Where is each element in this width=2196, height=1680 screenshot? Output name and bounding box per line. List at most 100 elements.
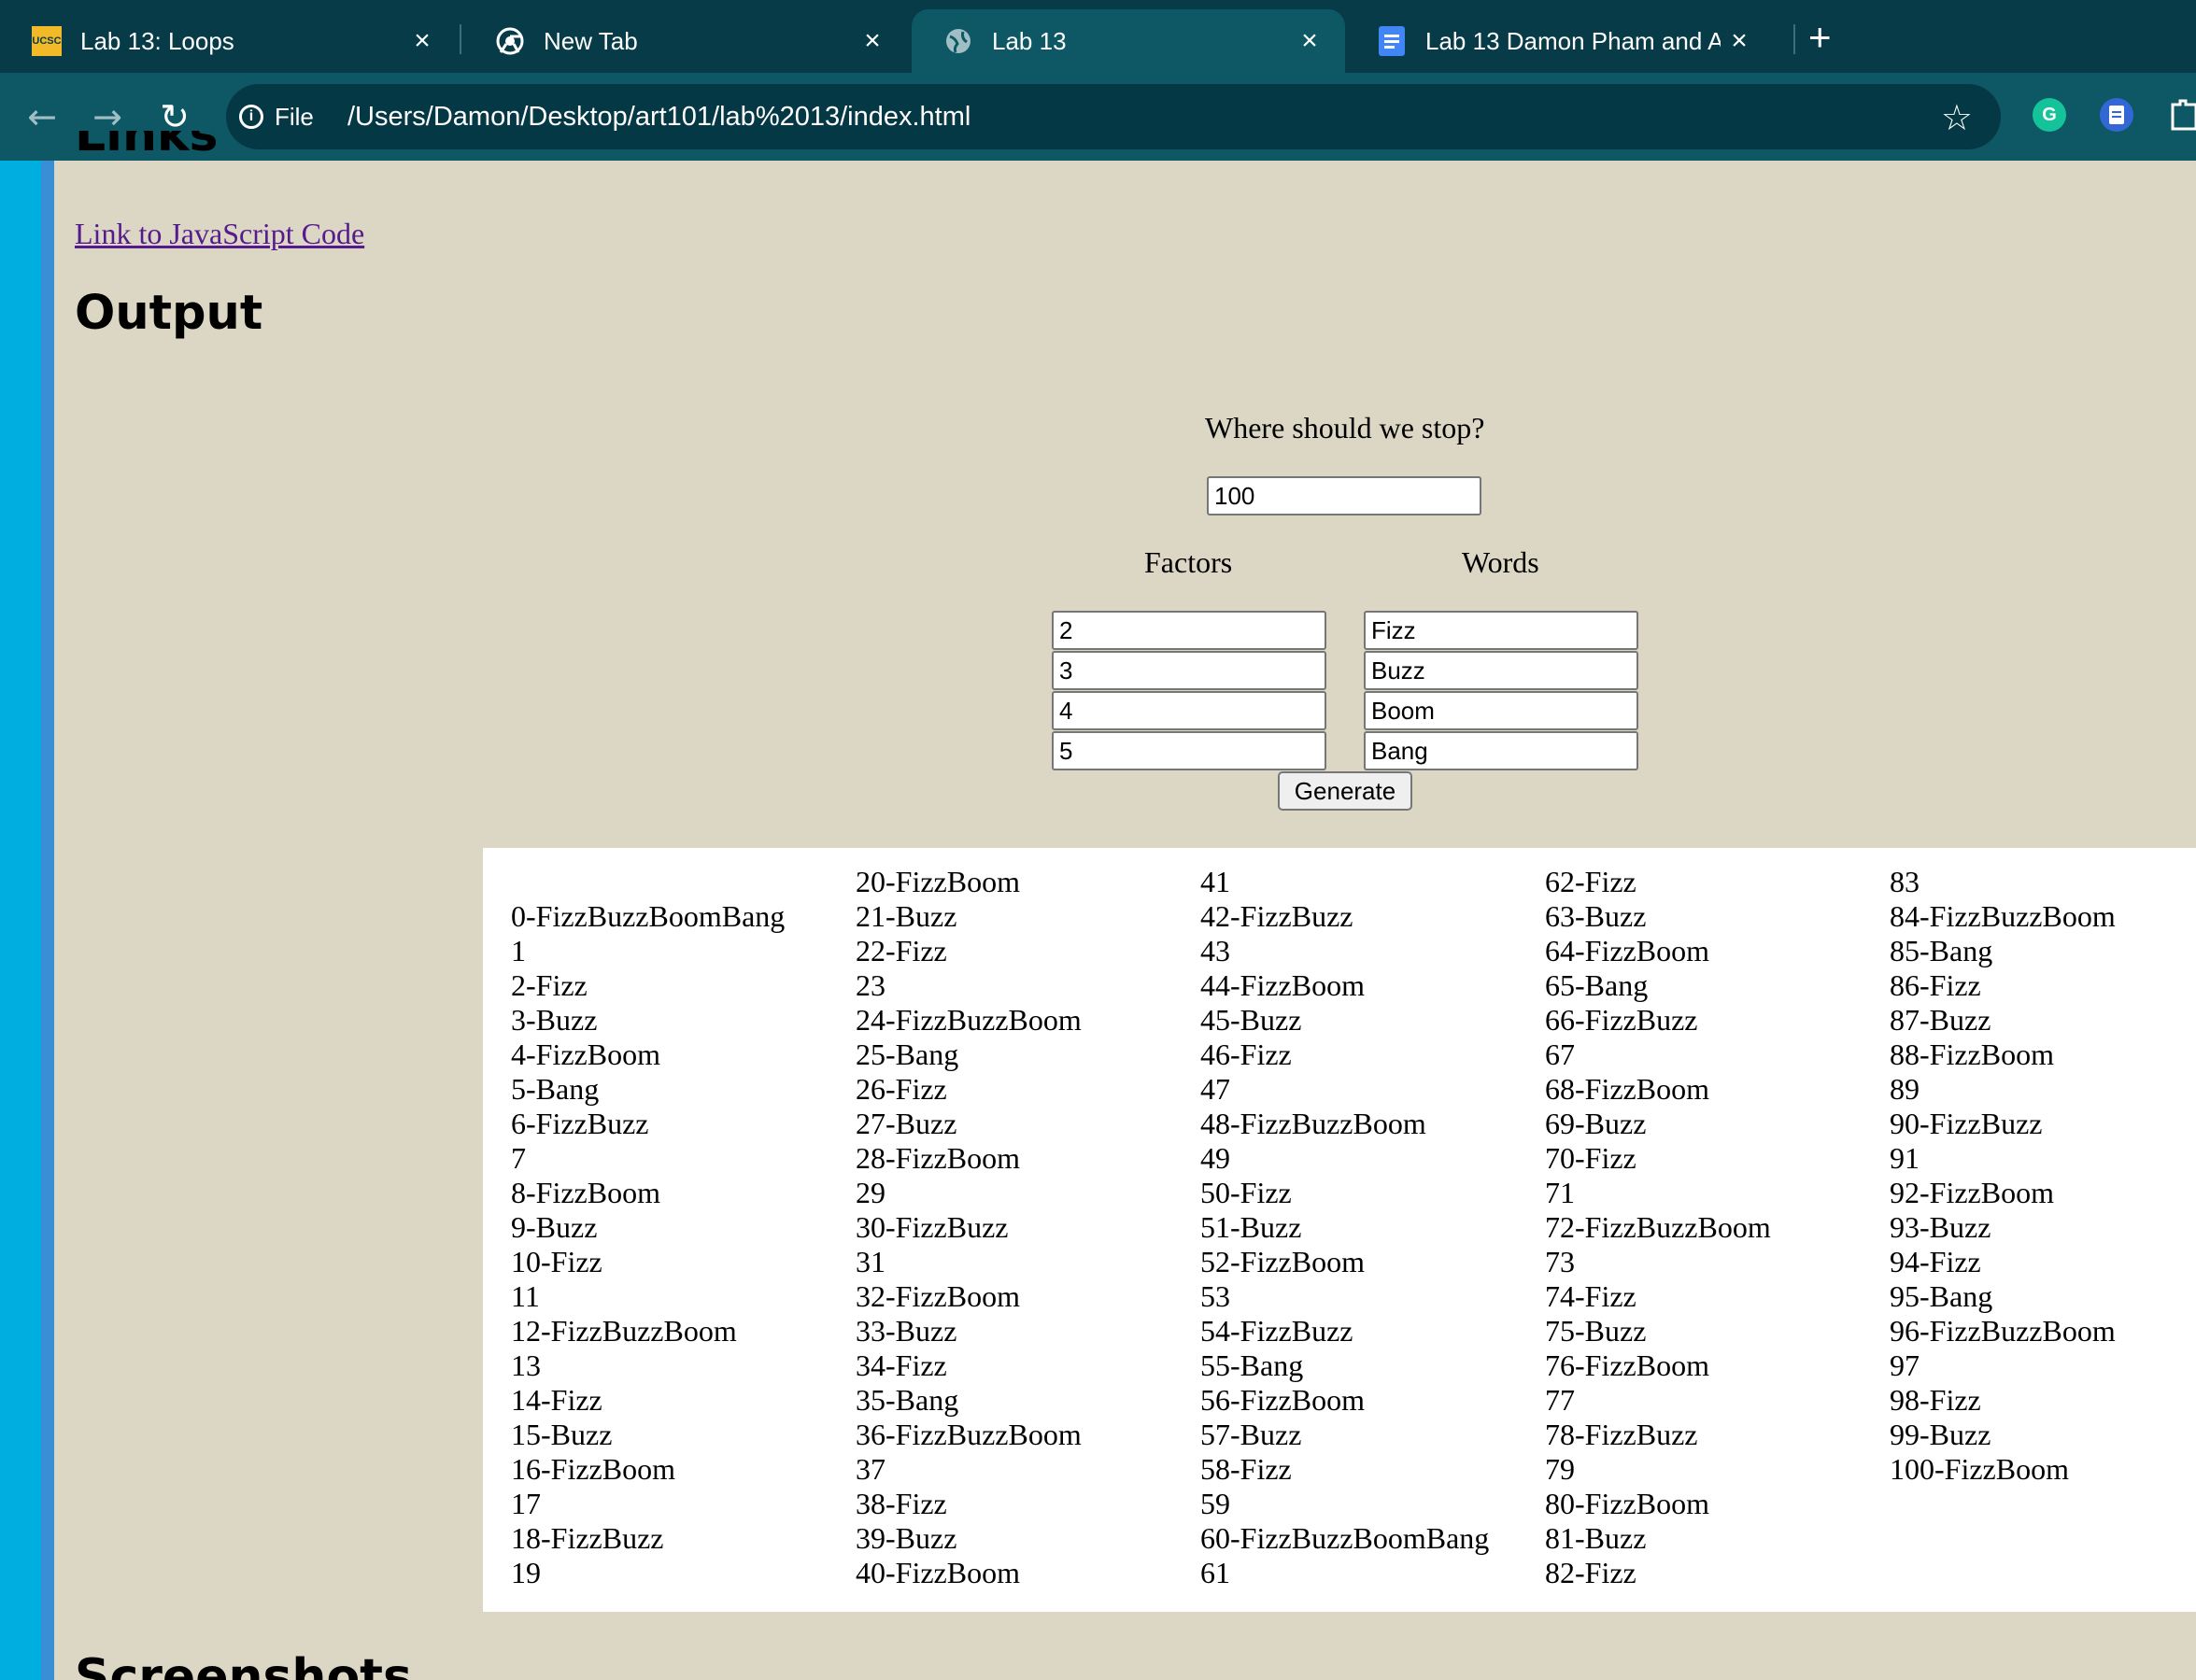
javascript-code-link[interactable]: Link to JavaScript Code — [75, 217, 364, 251]
output-line: 42-FizzBuzz — [1200, 899, 1353, 933]
output-line: 89 — [1890, 1072, 1920, 1106]
output-line: 33-Buzz — [856, 1314, 957, 1348]
generate-button[interactable]: Generate — [1278, 771, 1412, 811]
output-line: 16-FizzBoom — [511, 1452, 675, 1486]
output-line: 90-FizzBuzz — [1890, 1107, 2043, 1140]
output-line: 29 — [856, 1176, 885, 1209]
output-line: 73 — [1545, 1245, 1575, 1278]
output-line: 83 — [1890, 865, 1920, 898]
output-line: 7 — [511, 1141, 526, 1175]
output-column: 20-FizzBoom 21-Buzz 22-Fizz 23 24-FizzBuzzBo… — [856, 865, 1082, 1590]
output-line: 47 — [1200, 1072, 1230, 1106]
output-line: 61 — [1200, 1556, 1230, 1589]
close-icon[interactable]: × — [1291, 25, 1328, 57]
close-icon[interactable]: × — [854, 25, 891, 57]
output-line: 49 — [1200, 1141, 1230, 1175]
browser-toolbar: ← → ↻ i File /Users/Damon/Desktop/art101… — [0, 73, 2196, 161]
output-line: 56-FizzBoom — [1200, 1383, 1365, 1417]
output-line: 6-FizzBuzz — [511, 1107, 649, 1140]
output-line: 74-Fizz — [1545, 1279, 1636, 1313]
output-line: 9-Buzz — [511, 1210, 598, 1244]
stop-input[interactable]: 100 — [1207, 476, 1481, 515]
tab-lab13[interactable]: Lab 13 × — [912, 9, 1345, 73]
output-line: 30-FizzBuzz — [856, 1210, 1009, 1244]
output-line: 5-Bang — [511, 1072, 600, 1106]
word-input-3[interactable]: Boom — [1364, 691, 1638, 730]
output-line: 63-Buzz — [1545, 899, 1647, 933]
output-line: 80-FizzBoom — [1545, 1487, 1709, 1520]
output-line: 43 — [1200, 934, 1230, 967]
output-line: 18-FizzBuzz — [511, 1521, 664, 1555]
output-line: 27-Buzz — [856, 1107, 957, 1140]
tab-separator — [1793, 24, 1795, 54]
output-line: 17 — [511, 1487, 541, 1520]
output-line: 97 — [1890, 1348, 1920, 1382]
factor-input-3[interactable]: 4 — [1052, 691, 1326, 730]
word-input-4[interactable]: Bang — [1364, 731, 1638, 770]
output-line: 19 — [511, 1556, 541, 1589]
output-line: 12-FizzBuzzBoom — [511, 1314, 737, 1348]
page-left-border — [0, 161, 41, 1680]
extension-icon[interactable] — [2100, 98, 2133, 132]
site-info-chip[interactable]: i File — [239, 93, 314, 140]
output-line: 39-Buzz — [856, 1521, 957, 1555]
output-line: 13 — [511, 1348, 541, 1382]
tab-separator — [460, 24, 461, 54]
tab-lab13-loops[interactable]: UCSC Lab 13: Loops × — [0, 9, 458, 73]
output-line: 68-FizzBoom — [1545, 1072, 1709, 1106]
tab-new-tab[interactable]: New Tab × — [463, 9, 908, 73]
output-line: 64-FizzBoom — [1545, 934, 1709, 967]
output-line: 1 — [511, 934, 526, 967]
output-line: 54-FizzBuzz — [1200, 1314, 1353, 1348]
output-line: 98-Fizz — [1890, 1383, 1981, 1417]
output-line: 25-Bang — [856, 1038, 959, 1071]
output-line: 26-Fizz — [856, 1072, 947, 1106]
url-text[interactable]: /Users/Damon/Desktop/art101/lab%2013/ind… — [347, 84, 970, 149]
back-arrow-icon[interactable]: ← — [19, 93, 65, 140]
output-line: 84-FizzBuzzBoom — [1890, 899, 2116, 933]
output-line: 60-FizzBuzzBoomBang — [1200, 1521, 1490, 1555]
close-icon[interactable]: × — [404, 25, 441, 57]
info-icon: i — [239, 105, 263, 129]
output-line: 31 — [856, 1245, 885, 1278]
output-line: 14-Fizz — [511, 1383, 602, 1417]
output-line: 65-Bang — [1545, 968, 1649, 1002]
chrome-icon — [495, 26, 525, 56]
output-line: 32-FizzBoom — [856, 1279, 1020, 1313]
bookmark-star-icon[interactable]: ☆ — [1941, 97, 1973, 138]
factor-input-4[interactable]: 5 — [1052, 731, 1326, 770]
output-line: 53 — [1200, 1279, 1230, 1313]
word-input-1[interactable]: Fizz — [1364, 611, 1638, 650]
extensions-puzzle-icon[interactable] — [2169, 97, 2196, 133]
new-tab-button[interactable]: + — [1808, 17, 1832, 58]
output-panel: 0-FizzBuzzBoomBang 1 2-Fizz 3-Buzz 4-FizzBoo… — [483, 848, 2196, 1612]
output-line: 24-FizzBuzzBoom — [856, 1003, 1082, 1037]
factor-input-1[interactable]: 2 — [1052, 611, 1326, 650]
output-line: 0-FizzBuzzBoomBang — [511, 899, 786, 933]
output-line: 99-Buzz — [1890, 1418, 1991, 1451]
output-line: 78-FizzBuzz — [1545, 1418, 1698, 1451]
grammarly-extension-icon[interactable]: G — [2033, 98, 2066, 132]
output-line: 57-Buzz — [1200, 1418, 1302, 1451]
output-line: 82-Fizz — [1545, 1556, 1636, 1589]
close-icon[interactable]: × — [1721, 25, 1758, 57]
tab-title: New Tab — [544, 26, 638, 55]
tab-lab13-doc[interactable]: Lab 13 Damon Pham and Aki × — [1345, 9, 1775, 73]
factor-input-2[interactable]: 3 — [1052, 651, 1326, 690]
output-line: 36-FizzBuzzBoom — [856, 1418, 1082, 1451]
output-line: 10-Fizz — [511, 1245, 602, 1278]
word-input-2[interactable]: Buzz — [1364, 651, 1638, 690]
stop-label: Where should we stop? — [1205, 411, 1485, 445]
docs-icon — [1377, 26, 1407, 56]
output-line: 88-FizzBoom — [1890, 1038, 2054, 1071]
output-line: 94-Fizz — [1890, 1245, 1981, 1278]
output-line: 79 — [1545, 1452, 1575, 1486]
address-bar[interactable]: i File /Users/Damon/Desktop/art101/lab%2… — [226, 84, 2001, 149]
words-header: Words — [1462, 545, 1539, 579]
links-heading: Links — [75, 131, 219, 161]
output-line: 72-FizzBuzzBoom — [1545, 1210, 1771, 1244]
output-line: 66-FizzBuzz — [1545, 1003, 1698, 1037]
output-line: 35-Bang — [856, 1383, 959, 1417]
tab-strip: UCSC Lab 13: Loops × New Tab × Lab 13 × … — [0, 0, 2196, 73]
output-line: 20-FizzBoom — [856, 865, 1020, 898]
